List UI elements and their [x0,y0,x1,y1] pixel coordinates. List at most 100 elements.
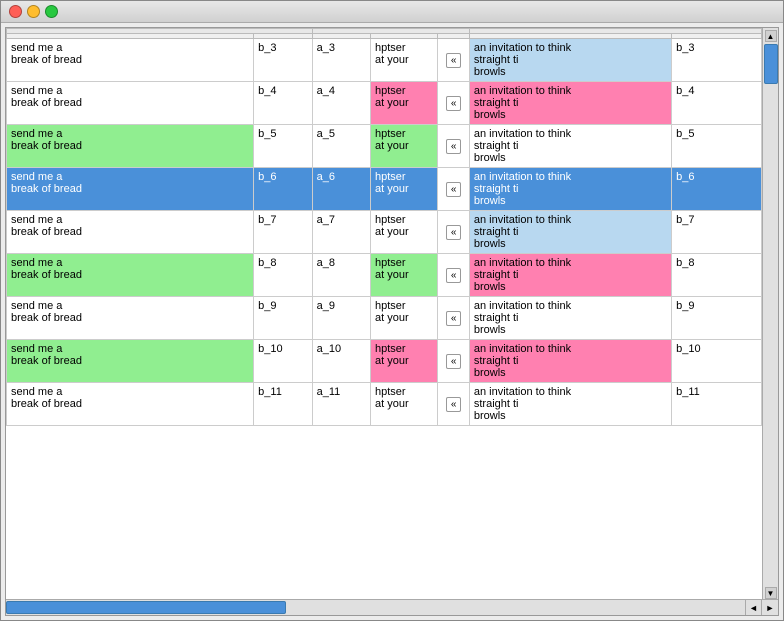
cell-aleph2: a_5 [312,125,370,168]
cell-bela1: b_5 [254,125,312,168]
cell-aleph3: an invitation to think straight ti browl… [469,383,671,426]
cell-bela3: b_10 [672,340,762,383]
cell-aleph1: send me a break of bread [7,211,254,254]
cell-bela1: b_3 [254,39,312,82]
cell-btn: « [438,254,469,297]
cell-aleph2: a_4 [312,82,370,125]
scrollbar-thumb-v[interactable] [764,44,778,84]
nav-button[interactable]: « [446,53,462,68]
window-controls [9,5,58,18]
table-row: send me a break of bread b_6 a_6 hptser … [7,168,762,211]
cell-bela3: b_11 [672,383,762,426]
nav-button[interactable]: « [446,139,462,154]
table-row: send me a break of bread b_3 a_3 hptser … [7,39,762,82]
cell-aleph2: a_7 [312,211,370,254]
scroll-up-btn[interactable]: ▲ [765,30,777,42]
cell-btn: « [438,39,469,82]
cell-bela1: b_10 [254,340,312,383]
table-row: send me a break of bread b_5 a_5 hptser … [7,125,762,168]
cell-aleph2: a_10 [312,340,370,383]
title-bar [1,1,783,23]
scroll-right-btn[interactable]: ► [762,600,778,616]
scroll-left-btn[interactable]: ◄ [746,600,762,616]
cell-aleph2: a_8 [312,254,370,297]
cell-aleph1: send me a break of bread [7,82,254,125]
cell-aleph1: send me a break of bread [7,254,254,297]
cell-bela2: hptser at your [371,297,438,340]
cell-bela3: b_9 [672,297,762,340]
cell-bela1: b_7 [254,211,312,254]
cell-aleph2: a_6 [312,168,370,211]
cell-bela2: hptser at your [371,82,438,125]
cell-bela2: hptser at your [371,168,438,211]
cell-bela2: hptser at your [371,125,438,168]
cell-btn: « [438,383,469,426]
cell-btn: « [438,82,469,125]
cell-bela1: b_4 [254,82,312,125]
nav-button[interactable]: « [446,96,462,111]
cell-bela3: b_5 [672,125,762,168]
horizontal-scrollbar-track[interactable] [6,600,745,615]
cell-aleph3: an invitation to think straight ti browl… [469,211,671,254]
cell-bela3: b_6 [672,168,762,211]
cell-aleph3: an invitation to think straight ti browl… [469,82,671,125]
cell-bela2: hptser at your [371,383,438,426]
table-row: send me a break of bread b_4 a_4 hptser … [7,82,762,125]
table-row: send me a break of bread b_8 a_8 hptser … [7,254,762,297]
table-row: send me a break of bread b_9 a_9 hptser … [7,297,762,340]
nav-button[interactable]: « [446,268,462,283]
nav-button[interactable]: « [446,397,462,412]
cell-bela1: b_9 [254,297,312,340]
cell-aleph1: send me a break of bread [7,340,254,383]
cell-btn: « [438,125,469,168]
cell-bela1: b_11 [254,383,312,426]
cell-btn: « [438,297,469,340]
nav-button[interactable]: « [446,182,462,197]
cell-bela2: hptser at your [371,254,438,297]
nav-button[interactable]: « [446,225,462,240]
cell-aleph1: send me a break of bread [7,39,254,82]
cell-aleph3: an invitation to think straight ti browl… [469,254,671,297]
cell-aleph2: a_3 [312,39,370,82]
horizontal-scrollbar-container: ◄ ► [6,599,778,615]
cell-btn: « [438,168,469,211]
cell-aleph3: an invitation to think straight ti browl… [469,168,671,211]
table-row: send me a break of bread b_10 a_10 hptse… [7,340,762,383]
cell-bela3: b_4 [672,82,762,125]
cell-bela1: b_8 [254,254,312,297]
scrollbar-thumb-h[interactable] [6,601,286,614]
cell-aleph1: send me a break of bread [7,125,254,168]
minimize-button[interactable] [27,5,40,18]
nav-button[interactable]: « [446,311,462,326]
cell-btn: « [438,211,469,254]
vertical-scrollbar[interactable]: ▲ ▼ [762,28,778,599]
cell-aleph3: an invitation to think straight ti browl… [469,340,671,383]
cell-btn: « [438,340,469,383]
cell-bela3: b_7 [672,211,762,254]
nav-button[interactable]: « [446,354,462,369]
cell-aleph2: a_11 [312,383,370,426]
cell-bela2: hptser at your [371,211,438,254]
cell-aleph3: an invitation to think straight ti browl… [469,39,671,82]
cell-aleph1: send me a break of bread [7,168,254,211]
cell-aleph2: a_9 [312,297,370,340]
cell-bela2: hptser at your [371,39,438,82]
content-area: send me a break of bread b_3 a_3 hptser … [1,23,783,620]
scroll-down-btn[interactable]: ▼ [765,587,777,599]
main-window: send me a break of bread b_3 a_3 hptser … [0,0,784,621]
cell-bela3: b_3 [672,39,762,82]
cell-bela1: b_6 [254,168,312,211]
cell-aleph1: send me a break of bread [7,297,254,340]
table-row: send me a break of bread b_11 a_11 hptse… [7,383,762,426]
cell-aleph3: an invitation to think straight ti browl… [469,125,671,168]
scroll-h-buttons: ◄ ► [745,600,778,615]
cell-aleph3: an invitation to think straight ti browl… [469,297,671,340]
main-table: send me a break of bread b_3 a_3 hptser … [6,28,762,426]
cell-bela2: hptser at your [371,340,438,383]
cell-aleph1: send me a break of bread [7,383,254,426]
cell-bela3: b_8 [672,254,762,297]
maximize-button[interactable] [45,5,58,18]
close-button[interactable] [9,5,22,18]
table-row: send me a break of bread b_7 a_7 hptser … [7,211,762,254]
table-container: send me a break of bread b_3 a_3 hptser … [5,27,779,616]
